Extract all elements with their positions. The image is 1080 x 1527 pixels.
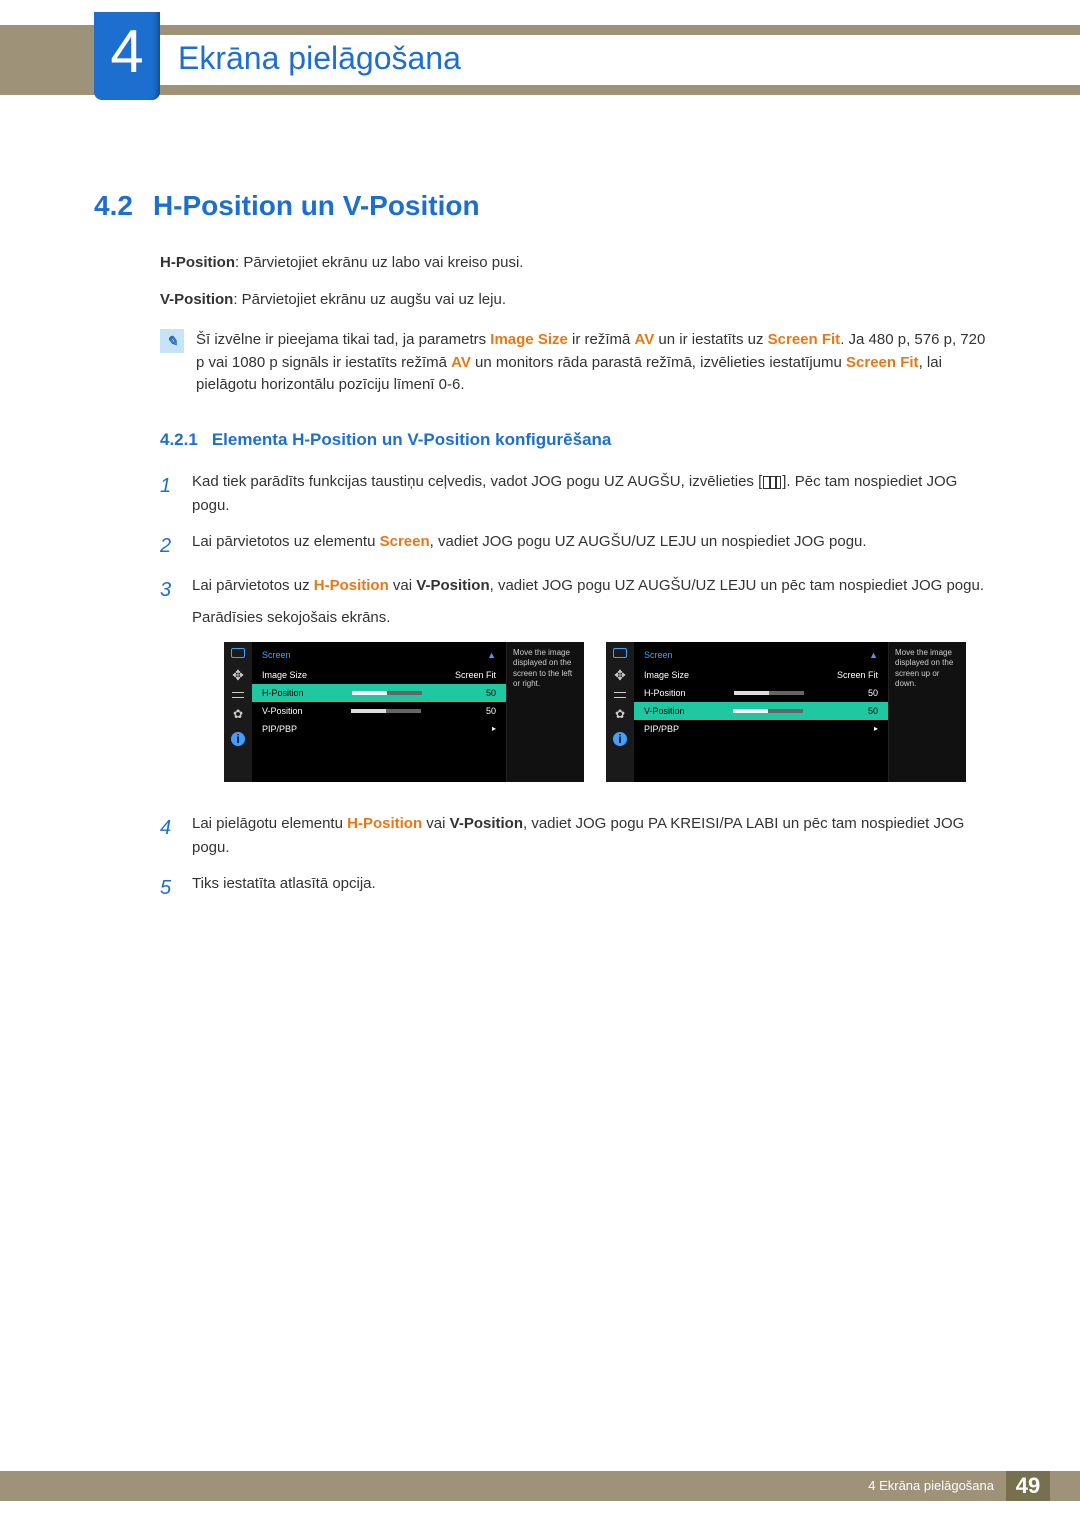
section-heading: 4.2 H-Position un V-Position bbox=[94, 190, 480, 222]
osd-item-hposition-selected: H-Position50 bbox=[252, 684, 506, 702]
arrows-icon: ✥ bbox=[230, 668, 246, 682]
subsection-title: Elementa H-Position un V-Position konfig… bbox=[212, 430, 612, 449]
hposition-desc: H-Position: Pārvietojiet ekrānu uz labo … bbox=[160, 252, 986, 275]
step-3: 3 Lai pārvietotos uz H-Position vai V-Po… bbox=[160, 574, 986, 800]
subsection-heading: 4.2.1 Elementa H-Position un V-Position k… bbox=[160, 427, 986, 453]
osd-title: Screen bbox=[644, 648, 673, 662]
osd-main: Screen ▲ Image SizeScreen Fit H-Position5… bbox=[252, 642, 506, 782]
osd-item-image-size: Image SizeScreen Fit bbox=[634, 666, 888, 684]
info-icon: i bbox=[231, 732, 245, 746]
step-5: 5 Tiks iestatīta atlasītā opcija. bbox=[160, 872, 986, 904]
step-number: 1 bbox=[160, 470, 178, 518]
chapter-title: Ekrāna pielāgošana bbox=[178, 40, 461, 77]
step-number: 2 bbox=[160, 530, 178, 562]
chapter-number-badge: 4 bbox=[94, 12, 160, 100]
osd-item-vposition: V-Position50 bbox=[252, 702, 506, 720]
footer-page-number: 49 bbox=[1006, 1471, 1050, 1501]
header-bar bbox=[0, 25, 1080, 95]
menu-icon bbox=[763, 476, 781, 489]
image-size-term: Image Size bbox=[490, 331, 568, 348]
subsection-number: 4.2.1 bbox=[160, 430, 198, 449]
note-text: Šī izvēlne ir pieejama tikai tad, ja par… bbox=[196, 329, 986, 397]
list-icon bbox=[232, 692, 244, 698]
section-title: H-Position un V-Position bbox=[153, 190, 480, 221]
osd-title: Screen bbox=[262, 648, 291, 662]
step-number: 3 bbox=[160, 574, 178, 800]
body-content: H-Position: Pārvietojiet ekrānu uz labo … bbox=[160, 252, 986, 916]
hposition-label: H-Position bbox=[160, 254, 235, 271]
screen-fit-term: Screen Fit bbox=[768, 331, 841, 348]
info-icon: i bbox=[613, 732, 627, 746]
monitor-icon bbox=[231, 648, 245, 658]
vposition-text: : Pārvietojiet ekrānu uz augšu vai uz le… bbox=[233, 291, 506, 308]
up-arrow-icon: ▲ bbox=[487, 648, 496, 662]
osd-item-vposition-selected: V-Position50 bbox=[634, 702, 888, 720]
right-arrow-icon: ▸ bbox=[874, 723, 878, 736]
note-block: ✎ Šī izvēlne ir pieejama tikai tad, ja p… bbox=[160, 329, 986, 397]
step-2: 2 Lai pārvietotos uz elementu Screen, va… bbox=[160, 530, 986, 562]
vposition-label: V-Position bbox=[160, 291, 233, 308]
up-arrow-icon: ▲ bbox=[869, 648, 878, 662]
gear-icon: ✿ bbox=[612, 708, 628, 722]
osd-main: Screen ▲ Image SizeScreen Fit H-Position5… bbox=[634, 642, 888, 782]
step-1: 1 Kad tiek parādīts funkcijas taustiņu c… bbox=[160, 470, 986, 518]
footer-bar: 4 Ekrāna pielāgošana 49 bbox=[0, 1471, 1080, 1501]
vposition-desc: V-Position: Pārvietojiet ekrānu uz augšu… bbox=[160, 289, 986, 312]
hposition-text: : Pārvietojiet ekrānu uz labo vai kreiso… bbox=[235, 254, 523, 271]
osd-item-pipbp: PIP/PBP▸ bbox=[252, 720, 506, 738]
osd-sidebar: ✥ ✿ i bbox=[606, 642, 634, 782]
osd-item-image-size: Image SizeScreen Fit bbox=[252, 666, 506, 684]
gear-icon: ✿ bbox=[230, 708, 246, 722]
osd-item-hposition: H-Position50 bbox=[634, 684, 888, 702]
osd-tooltip-right: Move the image displayed on the screen u… bbox=[888, 642, 966, 782]
arrows-icon: ✥ bbox=[612, 668, 628, 682]
osd-sidebar: ✥ ✿ i bbox=[224, 642, 252, 782]
steps-list: 1 Kad tiek parādīts funkcijas taustiņu c… bbox=[160, 470, 986, 904]
list-icon bbox=[614, 692, 626, 698]
osd-screenshots: ✥ ✿ i Screen ▲ Image SizeScreen Fit H-Pos… bbox=[224, 642, 984, 782]
section-number: 4.2 bbox=[94, 190, 133, 221]
footer-text: 4 Ekrāna pielāgošana bbox=[856, 1471, 1006, 1501]
right-arrow-icon: ▸ bbox=[492, 723, 496, 736]
osd-tooltip-left: Move the image displayed on the screen t… bbox=[506, 642, 584, 782]
osd-vposition: ✥ ✿ i Screen ▲ Image SizeScreen Fit H-Pos… bbox=[606, 642, 966, 782]
step-4: 4 Lai pielāgotu elementu H-Position vai … bbox=[160, 812, 986, 860]
monitor-icon bbox=[613, 648, 627, 658]
step-number: 4 bbox=[160, 812, 178, 860]
step-number: 5 bbox=[160, 872, 178, 904]
osd-item-pipbp: PIP/PBP▸ bbox=[634, 720, 888, 738]
osd-hposition: ✥ ✿ i Screen ▲ Image SizeScreen Fit H-Pos… bbox=[224, 642, 584, 782]
note-icon: ✎ bbox=[160, 329, 184, 353]
step-3-note: Parādīsies sekojošais ekrāns. bbox=[192, 606, 984, 630]
av-term: AV bbox=[635, 331, 655, 348]
